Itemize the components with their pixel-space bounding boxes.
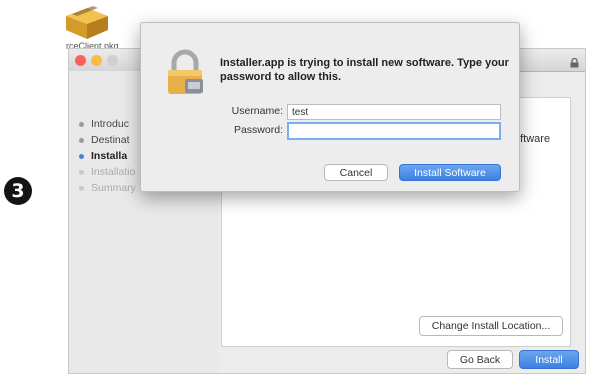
sidebar-item-destination: Destinat (79, 134, 130, 146)
sidebar-item-label: Installa (91, 150, 128, 162)
sidebar-item-introduction: Introduc (79, 118, 129, 130)
install-button[interactable]: Install (519, 350, 579, 369)
sidebar-item-summary: Summary (79, 182, 136, 194)
sidebar-item-installation-type: Installa (79, 150, 127, 162)
sidebar-item-installation: Installatio (79, 166, 135, 178)
lock-icon (570, 55, 579, 68)
sidebar-item-label: Destinat (91, 134, 130, 146)
dialog-message: Installer.app is trying to install new s… (220, 57, 509, 83)
padlock-icon (165, 49, 205, 95)
minimize-window-button[interactable] (91, 55, 102, 66)
username-field[interactable] (287, 104, 501, 120)
step-dot-icon (79, 185, 84, 191)
sidebar-item-label: Installatio (91, 166, 136, 178)
go-back-button[interactable]: Go Back (447, 350, 513, 369)
step-dot-icon (79, 121, 84, 127)
sidebar-item-label: Introduc (91, 118, 129, 130)
cancel-button[interactable]: Cancel (324, 164, 388, 181)
close-window-button[interactable] (75, 55, 86, 66)
username-label: Username: (231, 105, 283, 117)
zoom-window-button[interactable] (107, 55, 118, 66)
step-dot-icon (79, 137, 84, 143)
step-dot-active-icon (79, 153, 84, 159)
sidebar-item-label: Summary (91, 182, 136, 194)
change-install-location-button[interactable]: Change Install Location... (419, 316, 563, 336)
authentication-dialog: Installer.app is trying to install new s… (140, 22, 520, 192)
step-number-badge: 3 (4, 177, 32, 205)
password-field[interactable] (287, 122, 501, 140)
step-dot-icon (79, 169, 84, 175)
password-label: Password: (233, 124, 283, 136)
install-software-button[interactable]: Install Software (399, 164, 501, 181)
package-icon[interactable] (62, 4, 112, 40)
